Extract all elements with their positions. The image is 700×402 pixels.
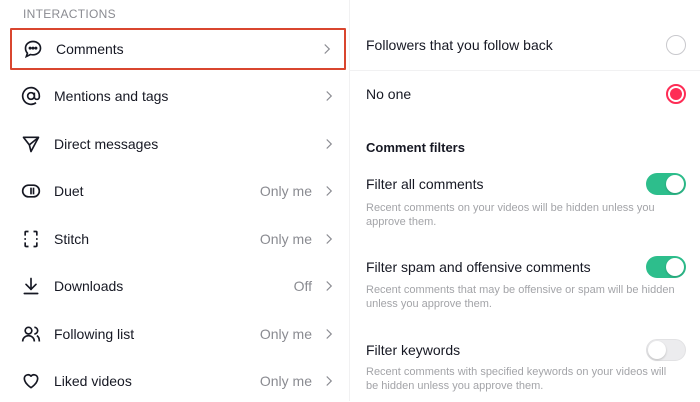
settings-item-label: Mentions and tags — [54, 88, 169, 104]
settings-item-label: Liked videos — [54, 373, 132, 389]
chevron-right-icon — [322, 184, 336, 198]
settings-item-label: Direct messages — [54, 136, 159, 152]
settings-item-comments[interactable]: Comments — [10, 28, 346, 70]
download-icon — [20, 275, 42, 297]
comment-settings-panel: Followers that you follow back No one Co… — [350, 0, 700, 401]
filter-description: Recent comments with specified keywords … — [366, 366, 667, 392]
at-icon — [20, 85, 42, 107]
radio-unselected[interactable] — [666, 35, 686, 55]
chevron-right-icon — [322, 89, 336, 103]
chevron-right-icon — [322, 232, 336, 246]
settings-item-stitch[interactable]: Stitch Only me — [10, 218, 346, 260]
filter-spam-toggle[interactable] — [646, 256, 686, 278]
settings-item-label: Downloads — [54, 278, 124, 294]
radio-option-label: Followers that you follow back — [366, 37, 553, 53]
duet-icon — [20, 180, 42, 202]
filter-all-comments-row: Filter all comments — [366, 173, 686, 195]
settings-item-label: Duet — [54, 183, 84, 199]
chevron-right-icon — [322, 327, 336, 341]
settings-item-label: Comments — [56, 41, 124, 57]
chevron-right-icon — [320, 42, 334, 56]
interactions-panel: INTERACTIONS Comments Mentions and tags … — [0, 0, 350, 401]
filter-spam-row: Filter spam and offensive comments — [366, 256, 686, 278]
filter-keywords-row: Filter keywords — [366, 339, 686, 361]
chevron-right-icon — [322, 279, 336, 293]
divider — [350, 70, 700, 71]
chevron-right-icon — [322, 374, 336, 388]
people-icon — [20, 323, 42, 345]
settings-item-following-list[interactable]: Following list Only me — [10, 313, 346, 355]
settings-item-direct-messages[interactable]: Direct messages — [10, 123, 346, 165]
comment-filters-title: Comment filters — [366, 140, 465, 155]
stitch-icon — [20, 228, 42, 250]
radio-option-followers-follow-back[interactable]: Followers that you follow back — [366, 35, 686, 55]
send-icon — [20, 133, 42, 155]
filter-all-comments-toggle[interactable] — [646, 173, 686, 195]
filter-label: Filter all comments — [366, 176, 484, 192]
settings-item-value: Only me — [259, 373, 312, 389]
comment-icon — [22, 38, 44, 60]
settings-item-value: Off — [293, 278, 312, 294]
filter-description: Recent comments on your videos will be h… — [366, 202, 655, 228]
section-title: INTERACTIONS — [23, 7, 116, 21]
settings-item-value: Only me — [259, 231, 312, 247]
settings-item-value: Only me — [259, 183, 312, 199]
settings-item-liked-videos[interactable]: Liked videos Only me — [10, 360, 346, 402]
radio-selected[interactable] — [666, 84, 686, 104]
filter-description: Recent comments that may be offensive or… — [366, 284, 675, 310]
settings-item-duet[interactable]: Duet Only me — [10, 170, 346, 212]
settings-item-mentions[interactable]: Mentions and tags — [10, 75, 346, 117]
filter-keywords-toggle[interactable] — [646, 339, 686, 361]
heart-icon — [20, 370, 42, 392]
settings-item-downloads[interactable]: Downloads Off — [10, 265, 346, 307]
settings-item-label: Following list — [54, 326, 135, 342]
settings-item-value: Only me — [259, 326, 312, 342]
radio-option-label: No one — [366, 86, 412, 102]
settings-item-label: Stitch — [54, 231, 90, 247]
filter-label: Filter spam and offensive comments — [366, 259, 591, 275]
radio-option-no-one[interactable]: No one — [366, 84, 686, 104]
chevron-right-icon — [322, 137, 336, 151]
filter-label: Filter keywords — [366, 342, 461, 358]
